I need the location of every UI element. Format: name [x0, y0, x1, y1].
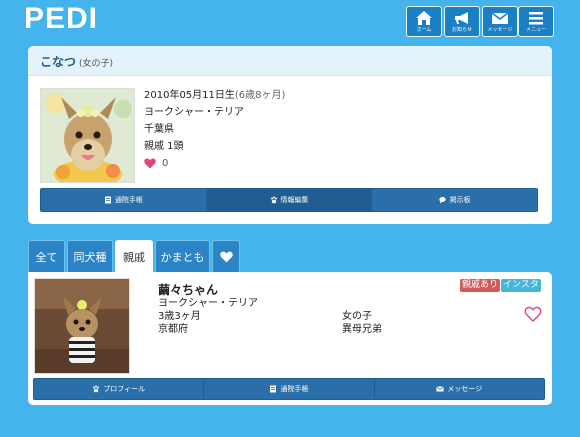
bulletin-board-button[interactable]: 掲示板: [372, 189, 537, 211]
instagram-badge[interactable]: インスタ: [501, 279, 541, 292]
nav-menu-button[interactable]: メニュー: [518, 6, 554, 37]
prefecture: 千葉県: [144, 124, 174, 135]
tab-kamatomo[interactable]: かまとも: [155, 240, 210, 272]
menu-icon: [519, 7, 553, 27]
age: (6歳8ヶ月): [234, 90, 286, 101]
relative-photo[interactable]: [34, 278, 130, 374]
relative-relation: 異母兄弟: [342, 324, 382, 335]
likes-row[interactable]: 0: [144, 155, 285, 172]
relative-gender: 女の子: [342, 311, 372, 322]
envelope-icon: [436, 386, 445, 392]
relative-name[interactable]: 繭々ちゃん: [158, 281, 218, 298]
edit-info-button[interactable]: 情報編集: [206, 189, 373, 211]
birthday-line: 2010年05月11日生(6歳8ヶ月): [144, 87, 285, 104]
send-message-label: メッセージ: [447, 385, 483, 393]
nav-home-label: ホーム: [416, 27, 432, 33]
relative-notebook-label: 通院手帳: [280, 385, 309, 393]
has-relatives-badge: 親戚あり: [460, 279, 501, 292]
edit-info-label: 情報編集: [280, 196, 309, 204]
relative-action-bar: プロフィール 通院手帳 メッセージ: [33, 378, 545, 400]
pet-name: こなつ: [40, 55, 77, 69]
birthday: 2010年05月11日生: [144, 90, 235, 101]
heart-outline-icon[interactable]: [524, 306, 542, 322]
relative-notebook-button[interactable]: 通院手帳: [204, 379, 375, 399]
tab-all[interactable]: 全て: [28, 240, 65, 272]
profile-button-label: プロフィール: [103, 385, 146, 393]
clinic-notebook-button[interactable]: 通院手帳: [41, 189, 207, 211]
profile-button[interactable]: プロフィール: [34, 379, 205, 399]
bulletin-board-label: 掲示板: [449, 196, 471, 204]
notebook-icon: [104, 196, 111, 204]
home-icon: [407, 7, 441, 27]
nav-menu-label: メニュー: [525, 27, 546, 33]
relative-card: 繭々ちゃん ヨークシャー・テリア 3歳3ヶ月 京都府 女の子 異母兄弟 親戚あり…: [28, 272, 552, 405]
paw-icon: [93, 385, 100, 393]
nav-message-label: メッセージ: [487, 27, 513, 33]
profile-header: こなつ (女の子): [28, 46, 552, 76]
comments-icon: [438, 197, 446, 204]
heart-icon: [219, 251, 233, 262]
relatives-count: 親戚 1頭: [144, 141, 184, 152]
heart-icon[interactable]: [144, 158, 156, 169]
top-header: PEDI ホーム お知らせ メッセージ メニュー: [0, 0, 580, 40]
pet-profile-card: こなつ (女の子) 2010年05月11日生(6歳8ヶ月) ヨークシャー・テリア …: [28, 46, 552, 224]
nav-home-button[interactable]: ホーム: [406, 6, 442, 37]
relative-breed: ヨークシャー・テリア: [158, 298, 258, 309]
pet-photo[interactable]: [40, 88, 135, 183]
profile-action-bar: 通院手帳 情報編集 掲示板: [40, 188, 538, 212]
likes-count: 0: [162, 158, 169, 169]
relation-tabs: 全て 同犬種 親戚 かまとも: [28, 240, 242, 273]
tab-favorites[interactable]: [212, 240, 240, 272]
tab-same-breed[interactable]: 同犬種: [67, 240, 113, 272]
relative-info-left: ヨークシャー・テリア 3歳3ヶ月 京都府: [158, 297, 258, 336]
nav-news-label: お知らせ: [452, 27, 472, 33]
tab-relatives[interactable]: 親戚: [115, 240, 153, 273]
nav-message-button[interactable]: メッセージ: [482, 6, 518, 37]
nav-news-button[interactable]: お知らせ: [444, 6, 480, 37]
megaphone-icon: [445, 7, 479, 27]
send-message-button[interactable]: メッセージ: [375, 379, 544, 399]
relative-info-right: 女の子 異母兄弟: [342, 310, 382, 336]
clinic-notebook-label: 通院手帳: [114, 196, 143, 204]
breed: ヨークシャー・テリア: [144, 107, 244, 118]
pedi-logo[interactable]: PEDI: [24, 2, 98, 36]
envelope-icon: [483, 7, 517, 27]
notebook-icon: [270, 385, 277, 393]
relative-age: 3歳3ヶ月: [158, 311, 201, 322]
pet-gender: (女の子): [79, 59, 114, 69]
pet-info: 2010年05月11日生(6歳8ヶ月) ヨークシャー・テリア 千葉県 親戚 1頭…: [144, 87, 285, 172]
relative-prefecture: 京都府: [158, 324, 188, 335]
paw-icon: [270, 196, 277, 204]
